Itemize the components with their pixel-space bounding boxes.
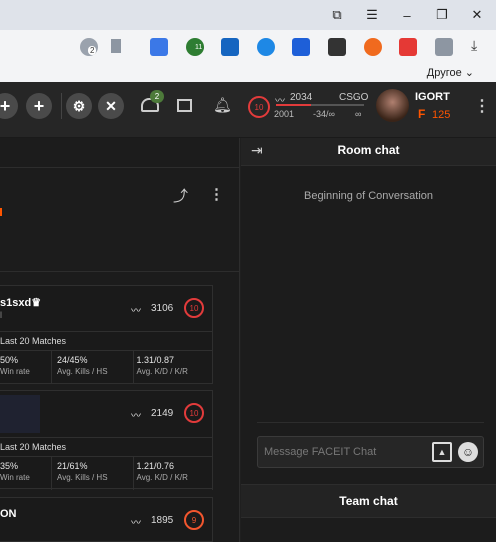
winrate-value: 35% — [0, 461, 19, 471]
kd-label: Avg. K/D / K/R — [136, 473, 188, 482]
restore-button[interactable]: ❐ — [425, 0, 459, 30]
browser-toolbar: 2 11 ⤓ — [0, 30, 496, 82]
player-name[interactable]: ON — [0, 508, 17, 520]
dark-extension-icon[interactable] — [328, 38, 346, 56]
add-button-2[interactable]: + — [26, 93, 52, 119]
bookmark-icon[interactable] — [111, 39, 121, 53]
shazam-extension-icon[interactable] — [257, 38, 275, 56]
divider — [0, 437, 213, 438]
player-elo: 2149 — [151, 408, 174, 419]
kd-label: Avg. K/D / K/R — [136, 367, 188, 376]
avatar[interactable] — [376, 89, 409, 122]
puzzle-icon[interactable] — [435, 38, 453, 56]
kills-hs-value: 24/45% — [57, 355, 88, 365]
new-extension-icon[interactable] — [221, 38, 239, 56]
color-extension-icon[interactable] — [399, 38, 417, 56]
bookmarks-other-folder[interactable]: Другое ⌄ — [427, 66, 474, 79]
settings-icon[interactable]: ⚙ — [66, 93, 92, 119]
crown-icon: ♛ — [31, 297, 42, 309]
divider — [257, 422, 484, 423]
divider — [61, 93, 62, 119]
player-level-icon: 9 — [184, 510, 204, 530]
elo-low: 2001 — [274, 109, 295, 119]
download-icon[interactable]: ⤓ — [471, 37, 477, 54]
divider — [0, 271, 240, 272]
elo-high: ∞ — [355, 109, 362, 119]
player-elo: 1895 — [151, 515, 174, 526]
kills-hs-label: Avg. Kills / HS — [57, 473, 108, 482]
last-20-label: Last 20 Matches — [0, 442, 67, 452]
green-extension-badge: 11 — [193, 44, 205, 51]
friends-badge: 2 — [150, 90, 164, 103]
extensions-icon[interactable]: ⧉ — [320, 0, 354, 30]
more-options-icon[interactable]: ⋮ — [209, 185, 224, 203]
player-card[interactable] — [0, 497, 213, 542]
blue-extension-icon[interactable] — [292, 38, 310, 56]
close-window-button[interactable]: ✕ — [460, 0, 494, 30]
accent-mark — [0, 208, 2, 216]
more-menu-icon[interactable]: ⋮ — [474, 96, 490, 116]
minimize-button[interactable]: – — [390, 0, 424, 30]
player-level-icon: 10 — [184, 298, 204, 318]
orange-extension-icon[interactable] — [364, 38, 382, 56]
username[interactable]: IGORT — [415, 91, 450, 103]
translate-extension-icon[interactable] — [150, 38, 168, 56]
kills-hs-value: 21/61% — [57, 461, 88, 471]
elo-value: 2034 — [290, 92, 313, 103]
browser-title-bar: ⧉ ☰ – ❐ ✕ — [0, 0, 496, 30]
image-upload-icon[interactable]: ▲ — [432, 442, 452, 462]
share-icon[interactable]: ⤴ — [173, 185, 188, 206]
faceit-points-icon: F — [418, 107, 426, 121]
chat-input-placeholder: Message FACEIT Chat — [264, 446, 377, 458]
elo-trend-icon: 〰 — [131, 306, 141, 317]
player-avatar — [0, 395, 40, 433]
winrate-value: 50% — [0, 355, 19, 365]
divider — [0, 331, 213, 332]
divider — [0, 167, 240, 168]
elo-progress-track — [276, 104, 364, 106]
winrate-label: Win rate — [0, 367, 30, 376]
calendar-icon[interactable] — [177, 99, 192, 112]
winrate-label: Win rate — [0, 473, 30, 482]
game-name: CSGO — [339, 92, 369, 103]
player-stats: 50% Win rate 24/45% Avg. Kills / HS 1.31/0… — [0, 350, 213, 384]
player-subtext: l — [0, 310, 2, 320]
kd-value: 1.31/0.87 — [136, 355, 175, 365]
extension-badge: 2 — [88, 46, 97, 55]
notification-bell-icon[interactable]: 🔔︎ — [213, 96, 232, 114]
faceit-points: 125 — [432, 109, 451, 121]
room-chat-title: Room chat — [337, 143, 400, 157]
skill-level-icon: 10 — [248, 96, 270, 118]
elo-delta: -34/∞ — [313, 109, 335, 119]
conversation-start: Beginning of Conversation — [303, 190, 434, 202]
close-icon[interactable]: ✕ — [98, 93, 124, 119]
kills-hs-label: Avg. Kills / HS — [57, 367, 108, 376]
player-name[interactable]: s1sxd♛ — [0, 296, 41, 309]
emoji-icon[interactable]: ☺ — [458, 442, 478, 462]
player-level-icon: 10 — [184, 403, 204, 423]
last-20-label: Last 20 Matches — [0, 336, 67, 346]
menu-icon[interactable]: ☰ — [355, 0, 389, 30]
player-elo: 3106 — [151, 303, 174, 314]
team-chat-title: Team chat — [339, 494, 398, 508]
elo-trend-icon: 〰 — [131, 518, 141, 529]
player-stats: 35% Win rate 21/61% Avg. Kills / HS 1.21/0… — [0, 456, 213, 490]
elo-trend-icon: 〰 — [131, 411, 141, 422]
kd-value: 1.21/0.76 — [136, 461, 175, 471]
